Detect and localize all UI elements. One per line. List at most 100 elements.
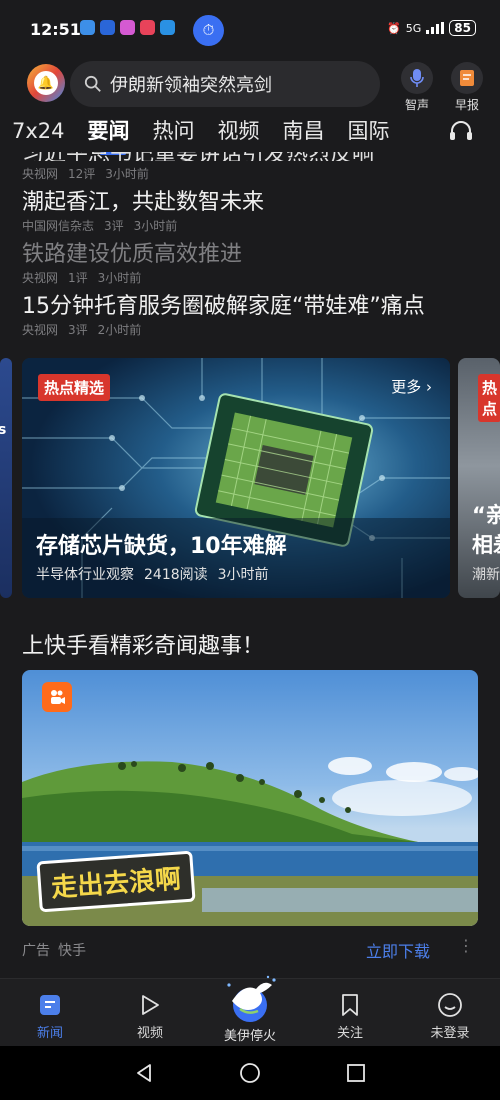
morning-label: 早报 bbox=[454, 98, 479, 112]
list-item[interactable]: 铁路建设优质高效推进 央视网 1评 3小时前 bbox=[22, 240, 482, 286]
news-title: 潮起香江，共赴数智未来 bbox=[22, 190, 265, 215]
nav-label: 美伊停火 bbox=[223, 1029, 276, 1044]
news-time: 3小时前 bbox=[105, 167, 149, 181]
more-options-icon[interactable]: ⋮ bbox=[458, 936, 474, 955]
news-title: 15分钟托育服务圈破解家庭“带娃难”痛点 bbox=[22, 294, 425, 319]
news-time: 2小时前 bbox=[97, 323, 142, 337]
news-source: 中国网信杂志 bbox=[22, 219, 95, 233]
news-comments: 12评 bbox=[68, 167, 96, 181]
tab-hot-questions[interactable]: 热问 bbox=[153, 116, 195, 150]
ad-label: 广告 bbox=[22, 943, 50, 959]
tab-7x24[interactable]: 7x24 bbox=[12, 116, 65, 150]
card-title-line1: “亲 bbox=[472, 503, 500, 527]
card-meta: 半导体行业观察 2418阅读 3小时前 bbox=[36, 564, 279, 584]
ad-footer: 广告 快手 bbox=[22, 940, 94, 960]
card-meta: 潮新 bbox=[472, 567, 500, 583]
hot-picks-tag: 热点精选 bbox=[38, 374, 111, 401]
battery-indicator: 85 bbox=[449, 20, 476, 36]
card-title-line2: 相差 bbox=[472, 533, 500, 557]
alarm-icon: ⏰ bbox=[387, 21, 401, 35]
tab-headlines[interactable]: 要闻 bbox=[88, 116, 130, 155]
nav-label: 新闻 bbox=[36, 1026, 63, 1041]
ad-heading[interactable]: 上快手看精彩奇闻趣事！ bbox=[22, 628, 264, 660]
news-source: 央视网 bbox=[22, 271, 59, 285]
card-source: 半导体行业观察 bbox=[36, 567, 134, 583]
app-icon bbox=[120, 20, 135, 35]
status-time: 12:51 bbox=[30, 20, 81, 39]
chevron-right-icon: › bbox=[426, 378, 432, 396]
card-reads: 2418阅读 bbox=[144, 567, 208, 583]
notification-app-icons bbox=[80, 20, 175, 35]
network-label: 5G bbox=[405, 21, 422, 35]
app-logo[interactable]: 🔔 bbox=[27, 64, 65, 102]
user-icon bbox=[438, 993, 462, 1017]
nav-label: 关注 bbox=[336, 1026, 363, 1041]
nav-ceasefire[interactable]: 美伊停火 bbox=[212, 975, 288, 1044]
kuaishou-logo-icon bbox=[42, 682, 72, 712]
news-comments: 1评 bbox=[68, 271, 88, 285]
microphone-icon bbox=[410, 69, 424, 87]
tab-video[interactable]: 视频 bbox=[218, 116, 260, 150]
list-item[interactable]: 潮起香江，共赴数智未来 中国网信杂志 3评 3小时前 bbox=[22, 188, 482, 234]
system-navigation-bar bbox=[0, 1046, 500, 1100]
status-bar: 12:51 ⏱ ⏰ 5G 85 bbox=[0, 0, 500, 60]
nav-profile[interactable]: 未登录 bbox=[410, 991, 490, 1041]
news-icon bbox=[40, 995, 60, 1015]
ad-slogan: 走出去浪啊 bbox=[36, 850, 196, 913]
card-tag: 热点 bbox=[478, 374, 500, 422]
headphones-icon[interactable] bbox=[448, 118, 474, 144]
ad-image[interactable]: 走出去浪啊 bbox=[22, 670, 478, 926]
app-icon bbox=[100, 20, 115, 35]
voice-button[interactable]: 智声 bbox=[397, 62, 437, 113]
list-item[interactable]: 15分钟托育服务圈破解家庭“带娃难”痛点 央视网 3评 2小时前 bbox=[22, 292, 482, 338]
card-time: 3小时前 bbox=[217, 567, 269, 583]
status-indicators: ⏰ 5G 85 bbox=[387, 20, 476, 36]
download-now-button[interactable]: 立即下载 bbox=[366, 938, 430, 962]
bottom-navigation: 新闻 视频 美伊停火 关注 未登录 bbox=[0, 975, 500, 1046]
carousel-card-next[interactable]: 热点 “亲 相差 潮新 bbox=[458, 358, 500, 598]
card-text: s bbox=[0, 422, 7, 438]
app-icon bbox=[140, 20, 155, 35]
nav-follow[interactable]: 关注 bbox=[310, 991, 390, 1041]
news-comments: 3评 bbox=[68, 323, 88, 337]
news-title: 习近平总书记重要讲话引发热烈反响 bbox=[22, 152, 482, 161]
news-meta: 央视网 1评 3小时前 bbox=[22, 270, 482, 286]
voice-label: 智声 bbox=[404, 98, 429, 112]
bell-icon: 🔔 bbox=[34, 71, 58, 95]
morning-news-button[interactable]: 早报 bbox=[447, 62, 487, 113]
news-meta: 中国网信杂志 3评 3小时前 bbox=[22, 218, 482, 234]
card-title: 存储芯片缺货，10年难解 bbox=[36, 534, 287, 559]
play-icon bbox=[142, 995, 159, 1015]
app-icon bbox=[160, 20, 175, 35]
recents-icon[interactable] bbox=[345, 1062, 367, 1084]
carousel-card-featured[interactable]: 热点精选 更多 › 存储芯片缺货，10年难解 半导体行业观察 2418阅读 3小时前 bbox=[22, 358, 450, 598]
nav-video[interactable]: 视频 bbox=[110, 991, 190, 1041]
news-source: 央视网 bbox=[22, 167, 59, 181]
more-link[interactable]: 更多 › bbox=[391, 376, 432, 397]
nav-label: 未登录 bbox=[430, 1026, 470, 1041]
news-title: 铁路建设优质高效推进 bbox=[22, 242, 243, 267]
carousel-card-previous[interactable]: s bbox=[0, 358, 12, 598]
bookmark-icon bbox=[342, 994, 358, 1016]
timer-icon[interactable]: ⏱ bbox=[193, 15, 224, 46]
news-meta: 央视网 3评 2小时前 bbox=[22, 322, 482, 338]
news-comments: 3评 bbox=[104, 219, 124, 233]
home-icon[interactable] bbox=[239, 1062, 261, 1084]
newspaper-icon bbox=[460, 70, 474, 86]
dove-icon bbox=[227, 975, 276, 1022]
search-bar[interactable]: 伊朗新领袖突然亮剑 bbox=[70, 61, 380, 107]
nav-label: 视频 bbox=[136, 1026, 163, 1041]
signal-icon bbox=[426, 22, 445, 34]
list-item-partial[interactable]: 习近平总书记重要讲话引发热烈反响 bbox=[22, 152, 482, 161]
news-time: 3小时前 bbox=[97, 271, 142, 285]
nav-news[interactable]: 新闻 bbox=[10, 991, 90, 1041]
search-placeholder: 伊朗新领袖突然亮剑 bbox=[110, 75, 272, 96]
tab-nanchang[interactable]: 南昌 bbox=[283, 116, 325, 150]
news-meta: 央视网 12评 3小时前 bbox=[22, 166, 159, 182]
more-label: 更多 bbox=[391, 378, 422, 396]
channel-tabs: 7x24 要闻 热问 视频 南昌 国际 bbox=[12, 116, 413, 155]
ad-advertiser: 快手 bbox=[58, 943, 86, 959]
news-time: 3小时前 bbox=[133, 219, 178, 233]
back-icon[interactable] bbox=[133, 1062, 155, 1084]
tab-international[interactable]: 国际 bbox=[348, 116, 390, 150]
